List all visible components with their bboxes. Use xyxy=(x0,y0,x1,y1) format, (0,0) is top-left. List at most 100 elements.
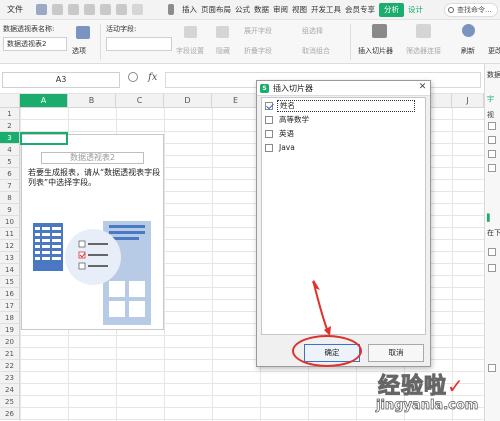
tab-insert[interactable]: 插入 xyxy=(180,3,199,17)
row-header[interactable]: 4 xyxy=(0,144,20,156)
slicer-field-item[interactable]: 高等数学 xyxy=(265,114,423,126)
filter-connections-button[interactable]: 筛选器连接 xyxy=(406,46,441,56)
tab-member[interactable]: 会员专享 xyxy=(343,3,377,17)
selected-cell-a3[interactable] xyxy=(20,132,68,145)
options-button[interactable]: 选项 xyxy=(72,46,86,56)
pane-field-checkbox[interactable] xyxy=(488,164,496,172)
row-header[interactable]: 5 xyxy=(0,156,20,168)
pivot-name-input[interactable]: 数据透视表2 xyxy=(3,37,67,51)
change-source-button[interactable]: 更改 xyxy=(488,46,500,56)
refresh-icon[interactable] xyxy=(462,24,475,37)
row-header[interactable]: 10 xyxy=(0,216,20,228)
row-header[interactable]: 26 xyxy=(0,408,20,420)
field-checkbox[interactable] xyxy=(265,102,273,110)
tab-review[interactable]: 审阅 xyxy=(271,3,290,17)
pivot-table-placeholder[interactable]: 数据透视表2 若要生成报表，请从“数据透视表字段列表”中选择字段。 xyxy=(21,134,164,330)
options-icon[interactable] xyxy=(76,26,90,39)
column-header-d[interactable]: D xyxy=(164,94,212,108)
row-header[interactable]: 16 xyxy=(0,288,20,300)
undo-icon[interactable] xyxy=(52,4,63,15)
row-header[interactable]: 23 xyxy=(0,372,20,384)
redo-icon[interactable] xyxy=(100,4,111,15)
pane-area-box[interactable] xyxy=(488,264,496,272)
row-header[interactable]: 11 xyxy=(0,228,20,240)
hide-button[interactable]: 隐藏 xyxy=(216,46,230,56)
column-header-a[interactable]: A xyxy=(20,94,68,108)
row-header[interactable]: 19 xyxy=(0,324,20,336)
menu-bar: 文件 插入 页面布局 公式 数据 审阅 视图 开发工具 会员专享 分析 设计 查… xyxy=(0,0,500,20)
close-icon[interactable]: ✕ xyxy=(417,82,428,93)
zoom-icon[interactable] xyxy=(128,72,138,82)
row-header[interactable]: 3 xyxy=(0,132,20,144)
tab-data[interactable]: 数据 xyxy=(252,3,271,17)
save-icon[interactable] xyxy=(36,4,47,15)
insert-slicer-button[interactable]: 插入切片器 xyxy=(358,46,393,56)
pivot-table-title: 数据透视表2 xyxy=(41,152,144,164)
dialog-titlebar[interactable]: S 插入切片器 ✕ xyxy=(257,81,430,96)
row-header[interactable]: 17 xyxy=(0,300,20,312)
preview-icon[interactable] xyxy=(84,4,95,15)
row-header[interactable]: 21 xyxy=(0,348,20,360)
row-header[interactable]: 15 xyxy=(0,276,20,288)
more-icon[interactable] xyxy=(132,4,143,15)
print-icon[interactable] xyxy=(68,4,79,15)
ungroup-button[interactable]: 取消组合 xyxy=(302,46,330,56)
insert-slicer-dialog: S 插入切片器 ✕ 姓名 高等数学 英语 Java 确定 取消 xyxy=(256,80,431,367)
row-header[interactable]: 13 xyxy=(0,252,20,264)
search-command-input[interactable]: 查找命令... xyxy=(444,3,498,17)
tab-view[interactable]: 视图 xyxy=(290,3,309,17)
row-header[interactable]: 1 xyxy=(0,108,20,120)
field-settings-icon[interactable] xyxy=(184,26,197,38)
slicer-field-item[interactable]: 姓名 xyxy=(265,100,423,112)
column-header-j[interactable]: J xyxy=(452,94,484,108)
slicer-field-item[interactable]: Java xyxy=(265,142,423,154)
filter-connections-icon[interactable] xyxy=(416,24,431,38)
name-box[interactable]: A3 xyxy=(2,72,120,88)
function-icon[interactable]: fx xyxy=(148,72,157,83)
active-field-input[interactable] xyxy=(106,37,172,51)
row-header[interactable]: 2 xyxy=(0,120,20,132)
row-header[interactable]: 9 xyxy=(0,204,20,216)
row-header[interactable]: 8 xyxy=(0,192,20,204)
select-all-corner[interactable] xyxy=(0,94,20,108)
field-checkbox[interactable] xyxy=(265,116,273,124)
pane-field-checkbox[interactable] xyxy=(488,122,496,130)
tab-page-layout[interactable]: 页面布局 xyxy=(199,3,233,17)
field-label: 姓名 xyxy=(277,100,415,112)
row-header[interactable]: 24 xyxy=(0,384,20,396)
tab-developer[interactable]: 开发工具 xyxy=(309,3,343,17)
row-header[interactable]: 25 xyxy=(0,396,20,408)
row-header[interactable]: 6 xyxy=(0,168,20,180)
group-selection-button[interactable]: 组选择 xyxy=(302,26,323,36)
column-header-b[interactable]: B xyxy=(68,94,116,108)
pane-area-box[interactable] xyxy=(488,248,496,256)
column-header-e[interactable]: E xyxy=(212,94,260,108)
row-header[interactable]: 7 xyxy=(0,180,20,192)
tab-analyze[interactable]: 分析 xyxy=(379,3,404,17)
row-header[interactable]: 18 xyxy=(0,312,20,324)
expand-field-button[interactable]: 展开字段 xyxy=(244,26,272,36)
format-painter-icon[interactable] xyxy=(116,4,127,15)
app-logo-icon: S xyxy=(260,84,269,93)
tab-formulas[interactable]: 公式 xyxy=(233,3,252,17)
field-settings-button[interactable]: 字段设置 xyxy=(176,46,204,56)
refresh-button[interactable]: 刷新 xyxy=(461,46,475,56)
tab-design[interactable]: 设计 xyxy=(406,3,425,17)
field-checkbox[interactable] xyxy=(265,130,273,138)
pane-field-checkbox[interactable] xyxy=(488,150,496,158)
row-header[interactable]: 22 xyxy=(0,360,20,372)
collapse-field-button[interactable]: 折叠字段 xyxy=(244,46,272,56)
insert-slicer-icon[interactable] xyxy=(372,24,387,38)
file-menu[interactable]: 文件 xyxy=(3,3,27,17)
pivot-name-label: 数据透视表名称: xyxy=(3,25,55,33)
column-header-c[interactable]: C xyxy=(116,94,164,108)
field-checkbox[interactable] xyxy=(265,144,273,152)
hide-icon[interactable] xyxy=(216,26,229,38)
cancel-button[interactable]: 取消 xyxy=(368,344,424,362)
row-header[interactable]: 12 xyxy=(0,240,20,252)
expand-icon[interactable] xyxy=(168,4,174,15)
row-header[interactable]: 20 xyxy=(0,336,20,348)
slicer-field-item[interactable]: 英语 xyxy=(265,128,423,140)
pane-field-checkbox[interactable] xyxy=(488,136,496,144)
row-header[interactable]: 14 xyxy=(0,264,20,276)
